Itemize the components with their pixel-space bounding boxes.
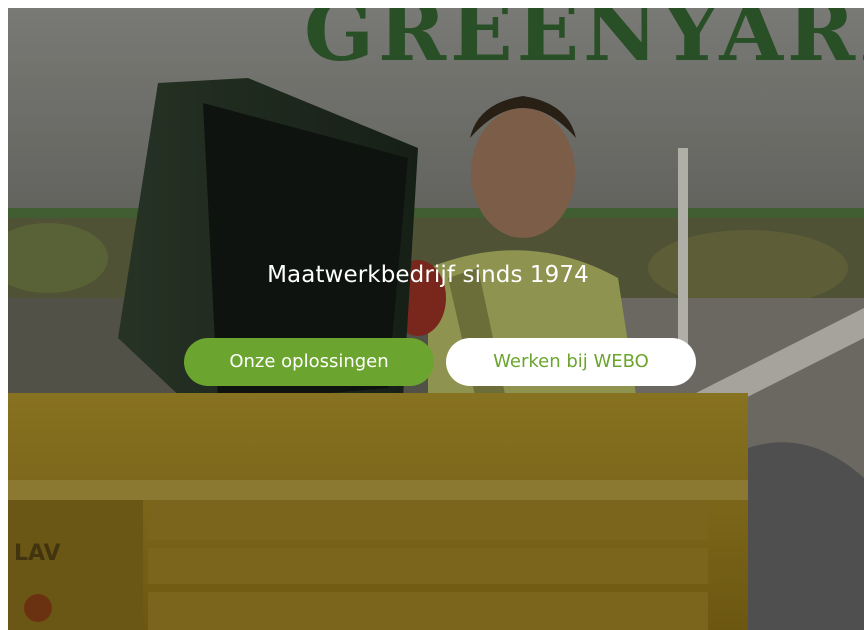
hero-content: Maatwerkbedrijf sinds 1974 Onze oplossin… — [8, 260, 864, 386]
dark-overlay — [8, 8, 864, 630]
our-solutions-button[interactable]: Onze oplossingen — [184, 338, 434, 386]
hero-buttons: Onze oplossingen Werken bij WEBO — [182, 338, 702, 388]
hero-tagline: Maatwerkbedrijf sinds 1974 — [267, 262, 589, 288]
work-at-webo-button[interactable]: Werken bij WEBO — [446, 338, 696, 386]
hero-banner: GREENYARD LAV — [8, 8, 864, 630]
